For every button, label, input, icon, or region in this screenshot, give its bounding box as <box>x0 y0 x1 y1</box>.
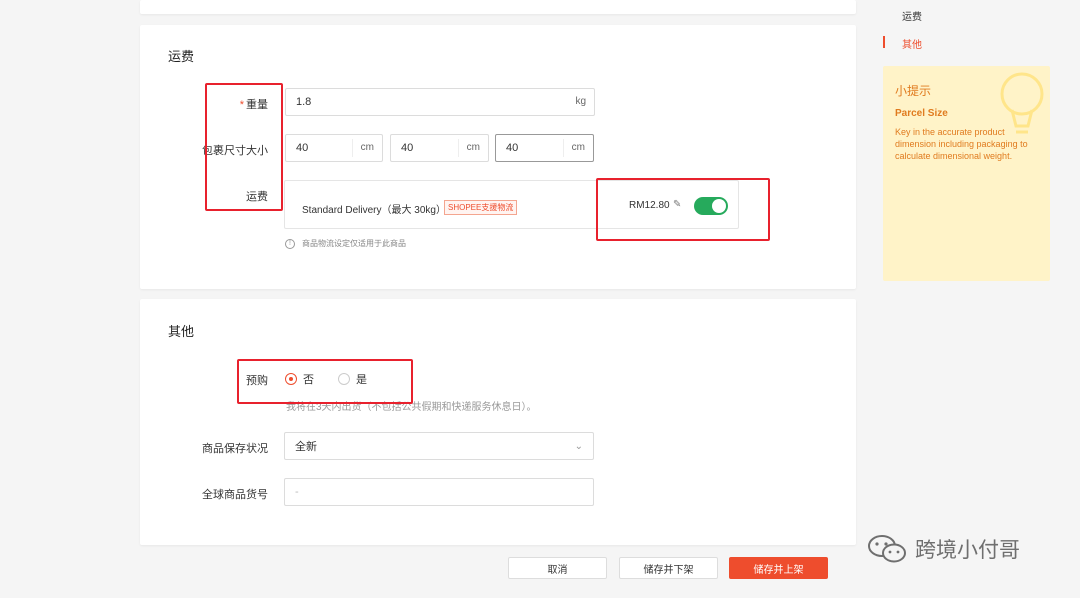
active-indicator <box>883 36 885 48</box>
length-input[interactable]: 40 cm <box>285 134 383 162</box>
weight-unit: kg <box>575 96 586 107</box>
chevron-down-icon: ⌄ <box>574 440 583 452</box>
previous-section-card <box>140 0 856 14</box>
annotation-box-labels <box>205 83 283 211</box>
tips-subtitle: Parcel Size <box>895 108 948 119</box>
width-value: 40 <box>401 142 414 154</box>
weight-value: 1.8 <box>296 96 312 108</box>
height-unit: cm <box>562 139 593 157</box>
shipping-title: 运费 <box>168 49 195 64</box>
wechat-icon <box>868 535 906 563</box>
other-section: 其他 预购 否 是 我将在3天内出货（不包括公共假期和快递服务休息日）。 商品保… <box>140 299 856 545</box>
channel-name: Standard Delivery（最大 30kg） <box>302 205 446 216</box>
tips-panel: 小提示 Parcel Size Key in the accurate prod… <box>883 66 1050 281</box>
sku-placeholder: - <box>295 486 299 498</box>
tips-title: 小提示 <box>895 84 932 98</box>
side-nav-item-other[interactable]: 其他 <box>902 36 922 51</box>
width-input[interactable]: 40 cm <box>390 134 489 162</box>
condition-label: 商品保存状况 <box>202 443 268 455</box>
tips-body: Key in the accurate product dimension in… <box>895 127 1028 161</box>
length-unit: cm <box>351 139 382 157</box>
cancel-button[interactable]: 取消 <box>508 557 607 579</box>
save-unlist-button[interactable]: 储存并下架 <box>619 557 718 579</box>
side-nav-item-shipping[interactable]: 运费 <box>902 8 922 23</box>
annotation-box-preorder <box>237 359 413 404</box>
other-title: 其他 <box>168 324 195 339</box>
width-unit: cm <box>457 139 488 157</box>
weight-input[interactable]: 1.8 kg <box>285 88 595 116</box>
watermark: 跨境小付哥 <box>867 533 1020 565</box>
condition-select[interactable]: 全新 ⌄ <box>284 432 594 460</box>
shopee-supported-badge: SHOPEE支援物流 <box>444 200 518 215</box>
save-publish-button[interactable]: 储存并上架 <box>729 557 828 579</box>
shipping-hint-text: 商品物流设定仅适用于此商品 <box>302 239 406 248</box>
watermark-text: 跨境小付哥 <box>915 539 1020 562</box>
height-input[interactable]: 40 cm <box>495 134 594 162</box>
sku-input[interactable]: - <box>284 478 594 506</box>
length-value: 40 <box>296 142 309 154</box>
condition-value: 全新 <box>295 441 317 453</box>
shipping-hint: ! 商品物流设定仅适用于此商品 <box>285 238 406 249</box>
annotation-box-price-toggle <box>596 178 770 241</box>
height-value: 40 <box>506 142 519 154</box>
sku-label: 全球商品货号 <box>202 489 268 501</box>
info-icon: ! <box>285 238 295 249</box>
